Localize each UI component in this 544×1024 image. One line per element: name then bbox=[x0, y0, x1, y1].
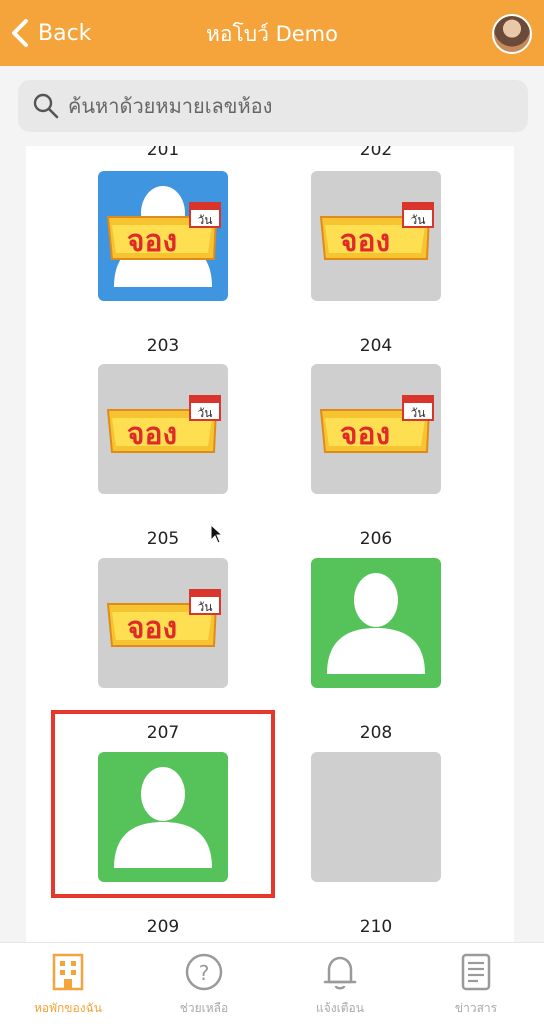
nav-item-my-dorm[interactable]: หอพักของฉัน bbox=[0, 943, 136, 1024]
room-tile-207[interactable] bbox=[98, 752, 228, 882]
room-number-label: 201 bbox=[146, 146, 180, 160]
search-input[interactable] bbox=[68, 94, 508, 118]
room-number-label: 205 bbox=[146, 529, 180, 549]
nav-item-news[interactable]: ข่าวสาร bbox=[408, 943, 544, 1024]
badge-calendar-text: วัน bbox=[198, 213, 213, 227]
nav-item-notifications[interactable]: แจ้งเตือน bbox=[272, 943, 408, 1024]
app-header: Back หอโบว์ Demo bbox=[0, 0, 544, 66]
room-number-label: 206 bbox=[359, 529, 393, 549]
badge-calendar-text: วัน bbox=[411, 213, 426, 227]
badge-calendar-text: วัน bbox=[198, 406, 213, 420]
person-icon: วัน จอง bbox=[106, 186, 221, 287]
mouse-cursor-icon bbox=[210, 524, 224, 544]
room-number-label: 210 bbox=[359, 917, 393, 937]
nav-label: หอพักของฉัน bbox=[34, 1001, 102, 1015]
room-number-label: 209 bbox=[146, 917, 180, 937]
room-number-label: 202 bbox=[359, 146, 393, 160]
room-tile-203[interactable]: วัน จอง bbox=[98, 364, 228, 494]
room-tile-205[interactable]: วัน จอง bbox=[98, 558, 228, 688]
bottom-navigation: หอพักของฉัน ? ช่วยเหลือ แจ้งเตือน ข่าวสา… bbox=[0, 942, 544, 1024]
room-tile-202[interactable]: วัน จอง bbox=[311, 171, 441, 301]
booking-badge-icon: วัน จอง bbox=[319, 395, 434, 453]
booking-badge-icon: วัน จอง bbox=[106, 589, 221, 647]
badge-text: จอง bbox=[127, 417, 177, 452]
room-tile-206[interactable] bbox=[311, 558, 441, 688]
booking-badge-icon: วัน จอง bbox=[106, 395, 221, 453]
svg-text:?: ? bbox=[199, 961, 210, 985]
nav-label: ช่วยเหลือ bbox=[179, 1001, 229, 1015]
room-grid: 201 202 วัน จอง วัน จอง 203 204 วัน จอง … bbox=[0, 146, 544, 942]
room-number-label: 203 bbox=[146, 336, 180, 356]
room-number-label: 204 bbox=[359, 336, 393, 356]
person-icon bbox=[114, 767, 212, 868]
search-box[interactable] bbox=[18, 80, 528, 132]
news-icon bbox=[461, 953, 491, 991]
search-icon bbox=[33, 93, 59, 119]
badge-text: จอง bbox=[340, 417, 390, 452]
badge-text: จอง bbox=[127, 224, 177, 259]
nav-item-help[interactable]: ? ช่วยเหลือ bbox=[136, 943, 272, 1024]
search-bar bbox=[0, 66, 544, 146]
nav-label: แจ้งเตือน bbox=[316, 1001, 364, 1015]
nav-label: ข่าวสาร bbox=[454, 1001, 498, 1015]
building-icon bbox=[52, 953, 84, 991]
room-tile-204[interactable]: วัน จอง bbox=[311, 364, 441, 494]
booking-badge-icon: วัน จอง bbox=[319, 202, 434, 260]
badge-calendar-text: วัน bbox=[198, 600, 213, 614]
badge-text: จอง bbox=[127, 611, 177, 646]
room-number-label: 207 bbox=[146, 723, 180, 743]
person-icon bbox=[327, 573, 425, 674]
help-icon: ? bbox=[185, 953, 223, 991]
avatar[interactable] bbox=[492, 14, 532, 54]
app-screen: Back หอโบว์ Demo 201 202 bbox=[0, 0, 544, 1024]
page-title: หอโบว์ Demo bbox=[206, 22, 338, 46]
badge-calendar-text: วัน bbox=[411, 406, 426, 420]
badge-text: จอง bbox=[340, 224, 390, 259]
bell-icon bbox=[323, 956, 357, 990]
room-tile-201[interactable]: วัน จอง bbox=[98, 171, 228, 301]
room-number-label: 208 bbox=[359, 723, 393, 743]
room-tile-208[interactable] bbox=[311, 752, 441, 882]
